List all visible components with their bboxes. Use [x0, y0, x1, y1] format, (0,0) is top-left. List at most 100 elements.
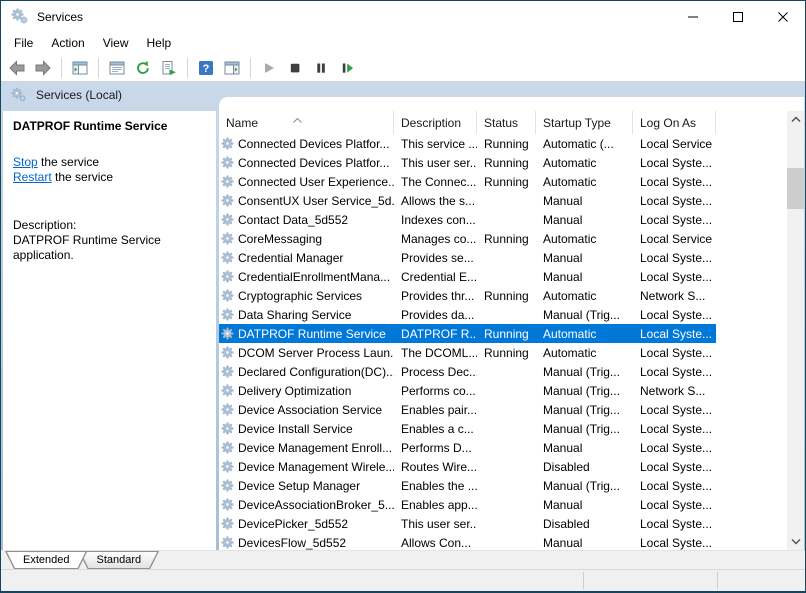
service-status-cell: Running — [477, 286, 536, 305]
service-logon-cell: Network S... — [633, 286, 716, 305]
table-row[interactable]: Credential ManagerProvides se...ManualLo… — [219, 248, 716, 267]
pause-service-icon[interactable] — [309, 57, 333, 79]
table-row[interactable]: DeviceAssociationBroker_5...Enables app.… — [219, 495, 716, 514]
table-row[interactable]: ConsentUX User Service_5d...Allows the s… — [219, 191, 716, 210]
back-icon[interactable] — [5, 57, 29, 79]
export-list-icon[interactable] — [157, 57, 181, 79]
table-row[interactable]: Connected Devices Platfor...This service… — [219, 134, 716, 153]
service-logon-cell: Local Syste... — [633, 324, 716, 343]
menu-action[interactable]: Action — [42, 33, 93, 53]
toolbar-separator — [250, 58, 251, 78]
table-row[interactable]: DATPROF Runtime ServiceDATPROF R...Runni… — [219, 324, 716, 343]
table-row[interactable]: DCOM Server Process Laun...The DCOML...R… — [219, 343, 716, 362]
column-header-label: Status — [484, 116, 518, 130]
help-icon[interactable]: ? — [194, 57, 218, 79]
service-status-cell — [477, 438, 536, 457]
table-row[interactable]: Cryptographic ServicesProvides thr...Run… — [219, 286, 716, 305]
service-startup-type-cell: Manual (Trig... — [536, 381, 633, 400]
service-logon-cell: Local Syste... — [633, 457, 716, 476]
service-gear-icon — [221, 422, 234, 435]
column-header-description[interactable]: Description — [394, 111, 477, 134]
table-row[interactable]: Device Install ServiceEnables a c...Manu… — [219, 419, 716, 438]
service-description-cell: Credential E... — [394, 267, 477, 286]
service-description-cell: Manages co... — [394, 229, 477, 248]
service-gear-icon — [221, 498, 234, 511]
properties-icon[interactable] — [105, 57, 129, 79]
service-status-cell: Running — [477, 134, 536, 153]
menu-file[interactable]: File — [5, 33, 42, 53]
service-description-cell: Enables pair... — [394, 400, 477, 419]
column-header-startup-type[interactable]: Startup Type — [536, 111, 633, 134]
menu-view[interactable]: View — [94, 33, 138, 53]
table-row[interactable]: Device Association ServiceEnables pair..… — [219, 400, 716, 419]
service-name-cell: CredentialEnrollmentMana... — [219, 267, 394, 286]
table-row[interactable]: Declared Configuration(DC)...Process Dec… — [219, 362, 716, 381]
start-service-icon[interactable] — [257, 57, 281, 79]
tab-extended[interactable]: Extended — [5, 551, 87, 569]
service-description-cell: Provides da... — [394, 305, 477, 324]
service-description-cell: Routes Wire... — [394, 457, 477, 476]
service-startup-type-cell: Automatic — [536, 172, 633, 191]
table-row[interactable]: Data Sharing ServiceProvides da...Manual… — [219, 305, 716, 324]
service-startup-type-cell: Manual (Trig... — [536, 362, 633, 381]
menu-bar: FileActionViewHelp — [1, 32, 805, 54]
tab-label: Standard — [79, 552, 158, 568]
menu-help[interactable]: Help — [138, 33, 181, 53]
show-console-tree-icon[interactable] — [68, 57, 92, 79]
table-row[interactable]: Device Management Enroll...Performs D...… — [219, 438, 716, 457]
show-action-pane-icon[interactable] — [220, 57, 244, 79]
description-text: DATPROF Runtime Service application. — [13, 233, 198, 263]
statusbar-divider — [717, 572, 718, 589]
column-header-status[interactable]: Status — [477, 111, 536, 134]
tab-standard[interactable]: Standard — [78, 551, 159, 569]
column-header-label: Description — [401, 116, 461, 130]
minimize-button[interactable] — [670, 1, 715, 32]
table-row[interactable]: DevicePicker_5d552This user ser...Disabl… — [219, 514, 716, 533]
service-name-cell: ConsentUX User Service_5d... — [219, 191, 394, 210]
refresh-icon[interactable] — [131, 57, 155, 79]
service-description-cell: This user ser... — [394, 153, 477, 172]
service-status-cell: Running — [477, 229, 536, 248]
service-name-cell: Cryptographic Services — [219, 286, 394, 305]
table-row[interactable]: CoreMessagingManages co...RunningAutomat… — [219, 229, 716, 248]
table-row[interactable]: DevicesFlow_5d552Allows Con...ManualLoca… — [219, 533, 716, 550]
scroll-down-arrow-icon[interactable] — [787, 533, 804, 550]
service-status-cell: Running — [477, 324, 536, 343]
stop-service-icon[interactable] — [283, 57, 307, 79]
column-header-label: Name — [226, 116, 258, 130]
service-startup-type-cell: Disabled — [536, 514, 633, 533]
restart-service-link[interactable]: Restart — [13, 170, 52, 184]
table-row[interactable]: Device Setup ManagerEnables the ...Manua… — [219, 476, 716, 495]
service-description-cell: Enables a c... — [394, 419, 477, 438]
vertical-scrollbar[interactable] — [787, 111, 804, 550]
close-button[interactable] — [760, 1, 805, 32]
maximize-button[interactable] — [715, 1, 760, 32]
service-gear-icon — [221, 365, 234, 378]
stop-service-link[interactable]: Stop — [13, 155, 38, 169]
table-row[interactable]: Contact Data_5d552Indexes con...ManualLo… — [219, 210, 716, 229]
table-row[interactable]: CredentialEnrollmentMana...Credential E.… — [219, 267, 716, 286]
service-name-cell: Delivery Optimization — [219, 381, 394, 400]
column-header-log-on-as[interactable]: Log On As — [633, 111, 716, 134]
service-status-cell — [477, 191, 536, 210]
table-row[interactable]: Device Management Wirele...Routes Wire..… — [219, 457, 716, 476]
table-row[interactable]: Connected User Experience...The Connec..… — [219, 172, 716, 191]
service-gear-icon — [221, 137, 234, 150]
restart-service-icon[interactable] — [335, 57, 359, 79]
table-row[interactable]: Connected Devices Platfor...This user se… — [219, 153, 716, 172]
table-row[interactable]: Delivery OptimizationPerforms co...Manua… — [219, 381, 716, 400]
service-status-cell — [477, 362, 536, 381]
console-area: Services (Local) DATPROF Runtime Service… — [1, 82, 805, 550]
service-logon-cell: Local Syste... — [633, 495, 716, 514]
toolbar-separator — [98, 58, 99, 78]
service-description-cell: Indexes con... — [394, 210, 477, 229]
service-status-cell — [477, 457, 536, 476]
scope-label-text: Services (Local) — [36, 88, 122, 102]
forward-icon[interactable] — [31, 57, 55, 79]
scrollbar-thumb[interactable] — [787, 168, 804, 209]
service-logon-cell: Local Syste... — [633, 248, 716, 267]
sort-ascending-icon — [293, 112, 302, 126]
scroll-up-arrow-icon[interactable] — [787, 111, 804, 128]
column-header-name[interactable]: Name — [219, 111, 394, 134]
service-name-cell: Connected User Experience... — [219, 172, 394, 191]
